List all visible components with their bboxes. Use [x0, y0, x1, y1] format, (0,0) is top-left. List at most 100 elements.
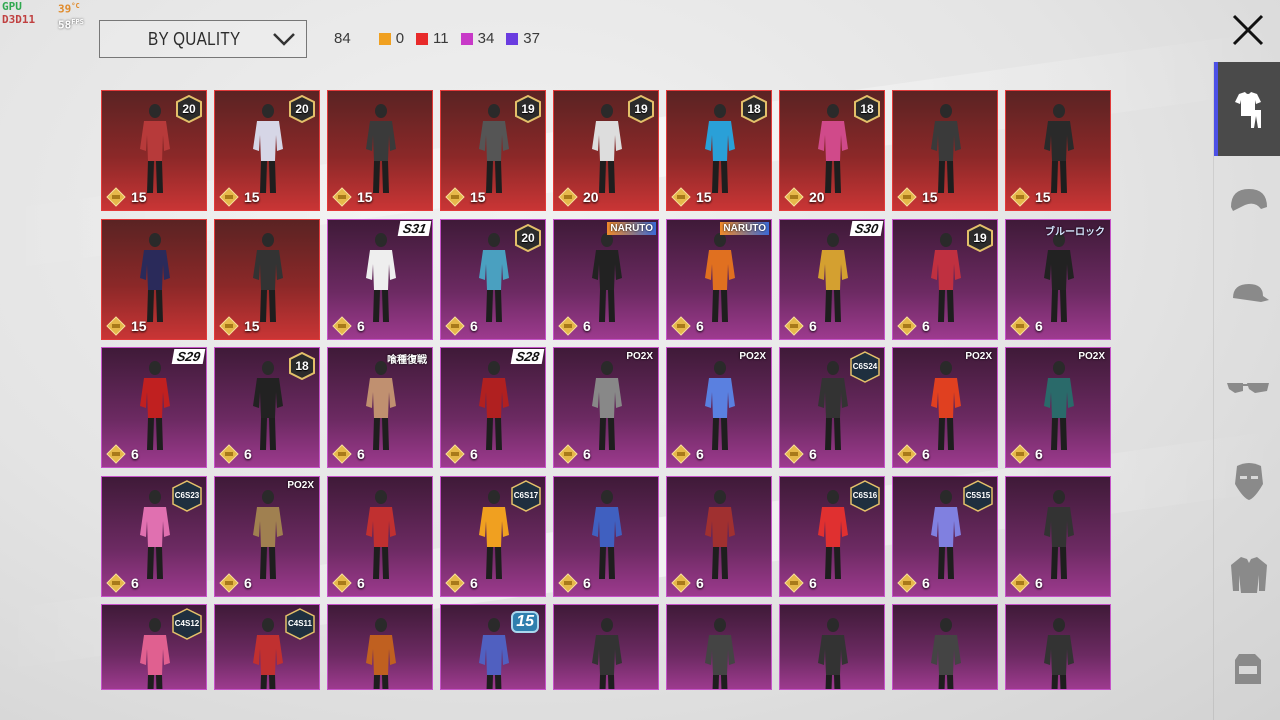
coin-icon [671, 444, 691, 464]
rarity-count-value: 37 [523, 30, 540, 47]
rarity-count-value: 0 [395, 30, 405, 47]
outfit-card[interactable]: 6 C6S17 [440, 475, 546, 597]
outfit-figure-icon [818, 104, 848, 193]
outfit-card[interactable]: 6 NARUTO [553, 218, 659, 340]
outfit-card[interactable]: 15 19 [440, 90, 546, 211]
rarity-count-value: 11 [433, 30, 449, 47]
outfit-card[interactable]: 6 C6S16 [779, 475, 885, 597]
outfit-card[interactable]: 6 18 [214, 347, 320, 468]
side-tab-helmet[interactable] [1214, 155, 1280, 249]
outfit-card[interactable]: C4S11 [214, 604, 320, 690]
outfit-figure-icon [366, 104, 396, 193]
category-sidebar [1213, 62, 1280, 720]
helmet-icon [1230, 189, 1267, 211]
card-value: 6 [131, 574, 139, 591]
outfit-card[interactable]: 15 20 [214, 90, 320, 211]
outfit-figure-icon [818, 618, 848, 689]
coin-icon [332, 187, 352, 207]
outfit-figure-icon [931, 618, 961, 689]
outfit-figure-icon [479, 361, 509, 450]
coin-icon [784, 187, 804, 207]
coin-icon [332, 572, 352, 593]
outfit-card[interactable]: 15 [1005, 90, 1111, 211]
outfit-card[interactable] [327, 604, 433, 690]
outfit-card[interactable]: C4S12 [101, 604, 207, 690]
side-tab-glasses[interactable] [1214, 341, 1280, 435]
rarity-counts: 84 0 11 34 37 [334, 30, 552, 47]
outfit-card[interactable]: 6 S30 [779, 218, 885, 340]
collab-tag: PO2X [287, 479, 314, 491]
outfit-figure-icon [705, 489, 735, 579]
outfit-figure-icon [140, 361, 170, 450]
coin-icon [671, 315, 691, 336]
outfit-card[interactable]: 20 19 [553, 90, 659, 211]
perf-overlay-right: 39°C 58FPS [58, 0, 84, 31]
outfit-card[interactable]: 6 20 [440, 218, 546, 340]
rarity-swatch [378, 32, 391, 45]
outfit-card[interactable]: 6 S31 [327, 218, 433, 340]
outfit-card[interactable]: 6 PO2X [553, 347, 659, 468]
outfit-card[interactable]: 6 PO2X [1005, 347, 1111, 468]
season-badge: S30 [849, 220, 884, 236]
level-badge-text: 19 [521, 102, 535, 116]
card-value: 6 [1035, 574, 1043, 591]
coin-icon [784, 315, 804, 336]
side-tab-backpack[interactable] [1214, 620, 1280, 714]
side-tab-jacket[interactable] [1214, 527, 1280, 621]
outfit-card[interactable] [892, 604, 998, 690]
outfit-card[interactable]: 15 [101, 218, 207, 340]
outfit-card[interactable]: 6 19 [892, 218, 998, 340]
coin-icon [332, 315, 352, 336]
outfit-card[interactable]: 6 [553, 475, 659, 597]
outfit-card[interactable]: 15 [214, 218, 320, 340]
side-tab-mask[interactable] [1214, 434, 1280, 528]
outfit-card[interactable]: 6 C6S24 [779, 347, 885, 468]
outfit-figure-icon [253, 361, 283, 450]
coin-icon [106, 187, 126, 207]
sort-label: BY QUALITY [148, 28, 241, 49]
collab-tag: PO2X [739, 351, 766, 362]
side-tab-cap[interactable] [1214, 248, 1280, 342]
jacket-icon [1230, 557, 1267, 593]
outfit-card[interactable] [553, 604, 659, 690]
coin-icon [445, 572, 465, 593]
coin-icon [219, 187, 239, 207]
outfit-card[interactable] [1005, 604, 1111, 690]
card-value: 6 [470, 317, 478, 334]
outfit-figure-icon [366, 361, 396, 450]
fps-unit: FPS [71, 17, 84, 26]
outfit-card[interactable]: 6 喰種復戦 [327, 347, 433, 468]
outfit-card[interactable]: 15 20 [101, 90, 207, 211]
outfit-card[interactable]: 6 C5S15 [892, 475, 998, 597]
outfit-card[interactable]: 6 C6S23 [101, 475, 207, 597]
coin-icon [1010, 187, 1030, 207]
outfit-card[interactable]: 15 [440, 604, 546, 690]
outfit-card[interactable] [779, 604, 885, 690]
outfit-card[interactable]: 6 PO2X [214, 475, 320, 597]
rarity-count-1: 11 [416, 30, 449, 47]
outfit-card[interactable]: 6 S28 [440, 347, 546, 468]
coin-icon [897, 315, 917, 336]
coin-icon [558, 315, 578, 336]
outfit-card[interactable]: 6 NARUTO [666, 218, 772, 340]
outfit-card[interactable]: 6 S29 [101, 347, 207, 468]
side-tab-outfit[interactable] [1214, 62, 1280, 156]
outfit-card[interactable]: 6 [1005, 475, 1111, 597]
outfit-card[interactable]: 6 [327, 475, 433, 597]
outfit-card[interactable]: 6 ブルーロック [1005, 218, 1111, 340]
outfit-card[interactable]: 6 PO2X [666, 347, 772, 468]
outfit-card[interactable]: 15 [327, 90, 433, 211]
sort-dropdown[interactable]: BY QUALITY [99, 20, 307, 58]
item-grid: 15 20 15 20 15 15 19 20 19 15 18 20 18 15 15 15 15 6 S31 6 2… [101, 90, 1111, 690]
card-value: 6 [1035, 317, 1043, 334]
outfit-card[interactable]: 6 PO2X [892, 347, 998, 468]
outfit-card[interactable]: 15 [892, 90, 998, 211]
outfit-card[interactable]: 20 18 [779, 90, 885, 211]
outfit-figure-icon [479, 104, 509, 193]
outfit-card[interactable]: 6 [666, 475, 772, 597]
outfit-card[interactable]: 15 18 [666, 90, 772, 211]
close-button[interactable] [1230, 12, 1266, 48]
outfit-card[interactable] [666, 604, 772, 690]
coin-icon [784, 572, 804, 593]
mask-icon [1234, 463, 1263, 500]
